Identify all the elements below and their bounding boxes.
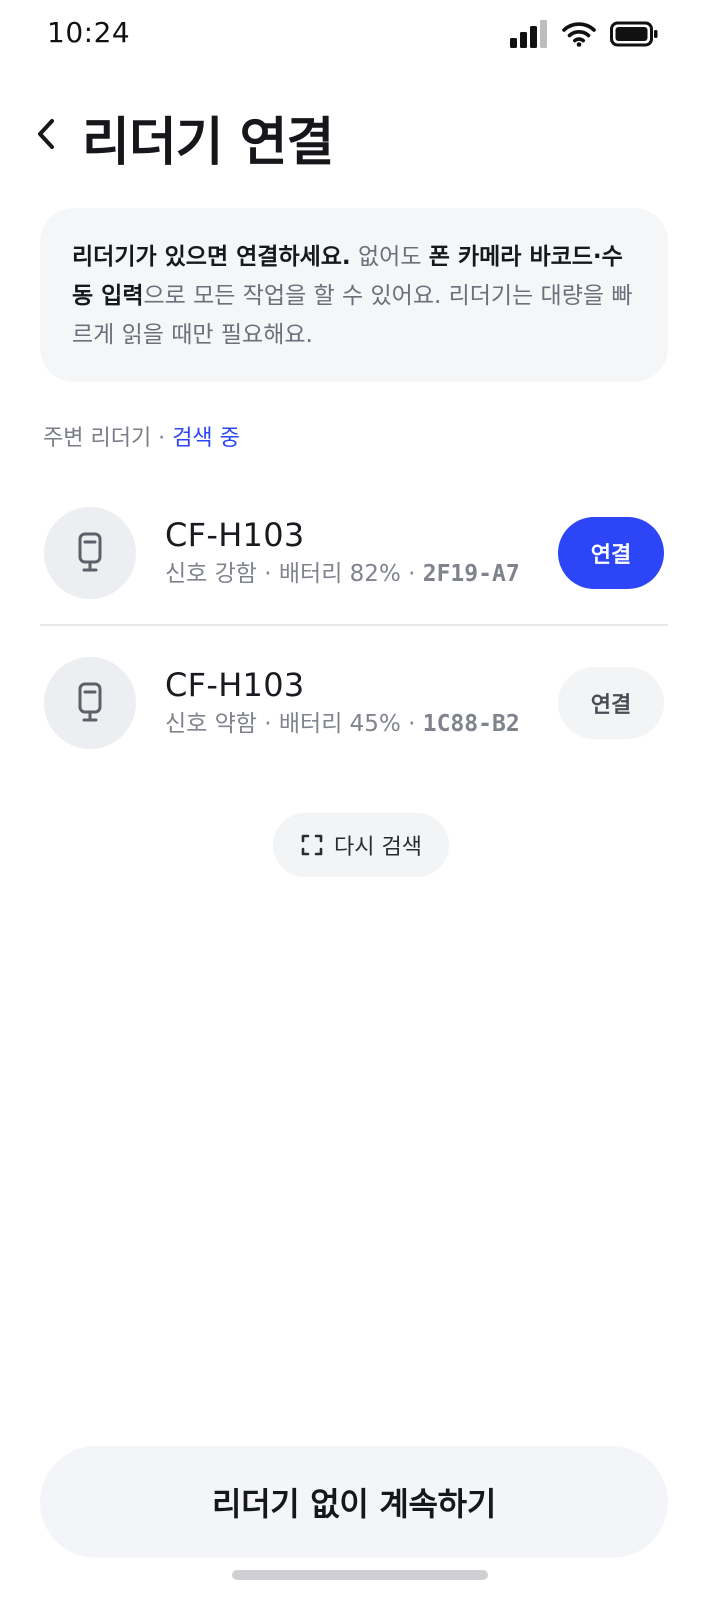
device-meta: 신호 강함 · 배터리 82% · 2F19-A7 [165, 557, 558, 591]
info-card: 리더기가 있으면 연결하세요. 없어도 폰 카메라 바코드·수동 입력으로 모든… [40, 208, 668, 382]
search-status: 검색 중 [172, 426, 240, 451]
device-meta: 신호 약함 · 배터리 45% · 1C88-B2 [165, 707, 558, 741]
section-label-text: 주변 리더기 · [43, 426, 173, 451]
wifi-icon [562, 21, 596, 47]
info-text-2: 없어도 [350, 244, 429, 270]
connect-button[interactable]: 연결 [558, 517, 664, 589]
device-avatar [44, 507, 136, 599]
nearby-readers-label: 주변 리더기 · 검색 중 [43, 420, 240, 452]
chevron-left-icon [38, 119, 54, 149]
back-button[interactable] [24, 108, 68, 160]
status-icons [510, 18, 658, 50]
device-name: CF-H103 [165, 666, 305, 704]
continue-without-reader-button[interactable]: 리더기 없이 계속하기 [40, 1446, 668, 1558]
device-status: 신호 강함 · 배터리 82% · [165, 561, 423, 587]
device-info: CF-H103 신호 약함 · 배터리 45% · 1C88-B2 [165, 665, 558, 741]
info-text-bold-1: 리더기가 있으면 연결하세요. [72, 244, 351, 270]
rescan-button[interactable]: 다시 검색 [273, 813, 449, 877]
device-status: 신호 약함 · 배터리 45% · [165, 711, 423, 737]
divider [40, 624, 668, 626]
device-row: CF-H103 신호 강함 · 배터리 82% · 2F19-A7 연결 [40, 493, 668, 613]
battery-icon [610, 21, 658, 47]
device-code: 2F19-A7 [422, 561, 520, 587]
reader-connect-screen: 10:24 리더기 연결 리더기가 있으면 연결하세요. 없어도 폰 카메라 바… [0, 0, 720, 1600]
rescan-label: 다시 검색 [334, 835, 422, 860]
device-name: CF-H103 [165, 516, 305, 554]
cellular-signal-icon [510, 20, 548, 48]
status-time: 10:24 [47, 16, 131, 49]
device-avatar [44, 657, 136, 749]
page-title: 리더기 연결 [82, 113, 334, 173]
device-code: 1C88-B2 [422, 711, 520, 737]
handheld-reader-icon [78, 682, 102, 722]
connect-button[interactable]: 연결 [558, 667, 664, 739]
device-row: CF-H103 신호 약함 · 배터리 45% · 1C88-B2 연결 [40, 643, 668, 763]
home-indicator [232, 1570, 488, 1580]
device-info: CF-H103 신호 강함 · 배터리 82% · 2F19-A7 [165, 515, 558, 591]
info-text-4: 으로 모든 작업을 할 수 있어요. 리더기는 대량을 빠르게 읽을 때만 필요… [72, 283, 633, 348]
scan-frame-icon [301, 834, 323, 856]
handheld-reader-icon [78, 532, 102, 572]
